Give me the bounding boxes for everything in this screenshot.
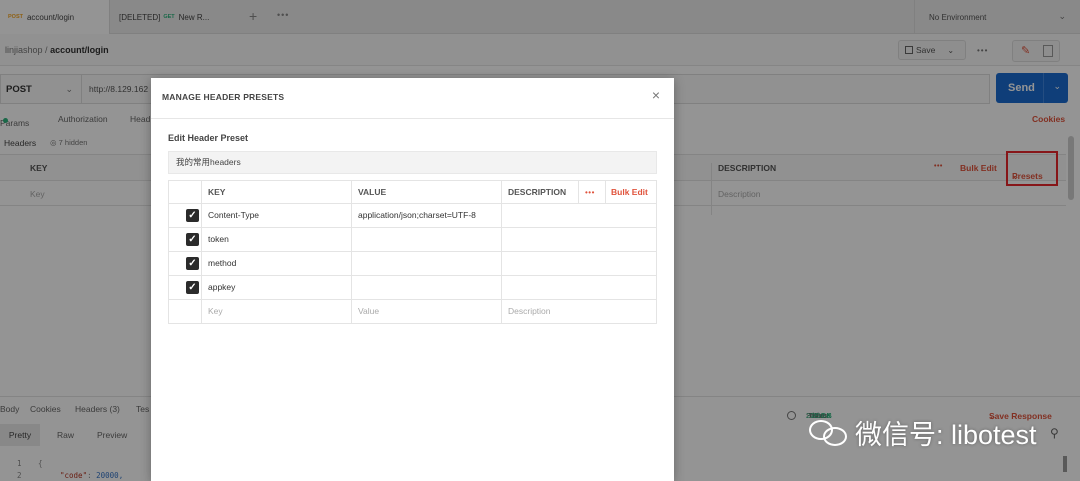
column-divider [501,252,502,275]
watermark-text: 微信号: libotest [855,419,1037,450]
value-column-header: VALUE [358,187,387,197]
table-row: ✓ method [168,252,657,276]
manage-header-presets-modal: MANAGE HEADER PRESETS × Edit Header Pres… [151,78,674,481]
key-placeholder[interactable]: Key [208,300,223,323]
column-divider [501,204,502,227]
checkbox-checked[interactable]: ✓ [186,281,199,294]
column-divider [501,276,502,299]
checkbox-checked[interactable]: ✓ [186,209,199,222]
header-key[interactable]: appkey [208,276,235,299]
checkbox-checked[interactable]: ✓ [186,233,199,246]
key-column-header: KEY [208,187,226,197]
table-row: ✓ token [168,228,657,252]
column-divider [501,181,502,204]
column-divider [351,300,352,323]
divider [151,118,674,119]
header-key[interactable]: token [208,228,229,251]
column-divider [201,276,202,299]
bulk-edit-link[interactable]: Bulk Edit [611,181,648,204]
table-row: ✓ Content-Type application/json;charset=… [168,204,657,228]
description-placeholder[interactable]: Description [508,300,551,323]
column-divider [201,252,202,275]
column-divider [201,300,202,323]
column-divider [351,181,352,204]
table-row: ✓ appkey [168,276,657,300]
column-divider [605,181,606,204]
header-key[interactable]: Content-Type [208,204,259,227]
column-divider [201,204,202,227]
column-divider [501,228,502,251]
column-divider [351,252,352,275]
header-key[interactable]: method [208,252,236,275]
column-divider [201,181,202,204]
header-value[interactable]: application/json;charset=UTF-8 [358,204,476,227]
table-header-row: KEY VALUE DESCRIPTION ••• Bulk Edit [168,180,657,204]
modal-title: MANAGE HEADER PRESETS [162,92,285,102]
table-row-new: Key Value Description [168,300,657,324]
column-divider [578,181,579,204]
close-icon[interactable]: × [649,88,663,102]
column-divider [351,276,352,299]
description-column-header: DESCRIPTION [508,187,567,197]
checkbox-checked[interactable]: ✓ [186,257,199,270]
wechat-icon [809,417,849,447]
column-divider [501,300,502,323]
section-label: Edit Header Preset [168,133,249,143]
preset-name-input[interactable]: 我的常用headers [168,151,657,174]
more-options-icon[interactable]: ••• [585,181,595,204]
value-placeholder[interactable]: Value [358,300,379,323]
watermark: 微信号: libotest [809,415,1037,450]
column-divider [351,204,352,227]
column-divider [201,228,202,251]
column-divider [351,228,352,251]
